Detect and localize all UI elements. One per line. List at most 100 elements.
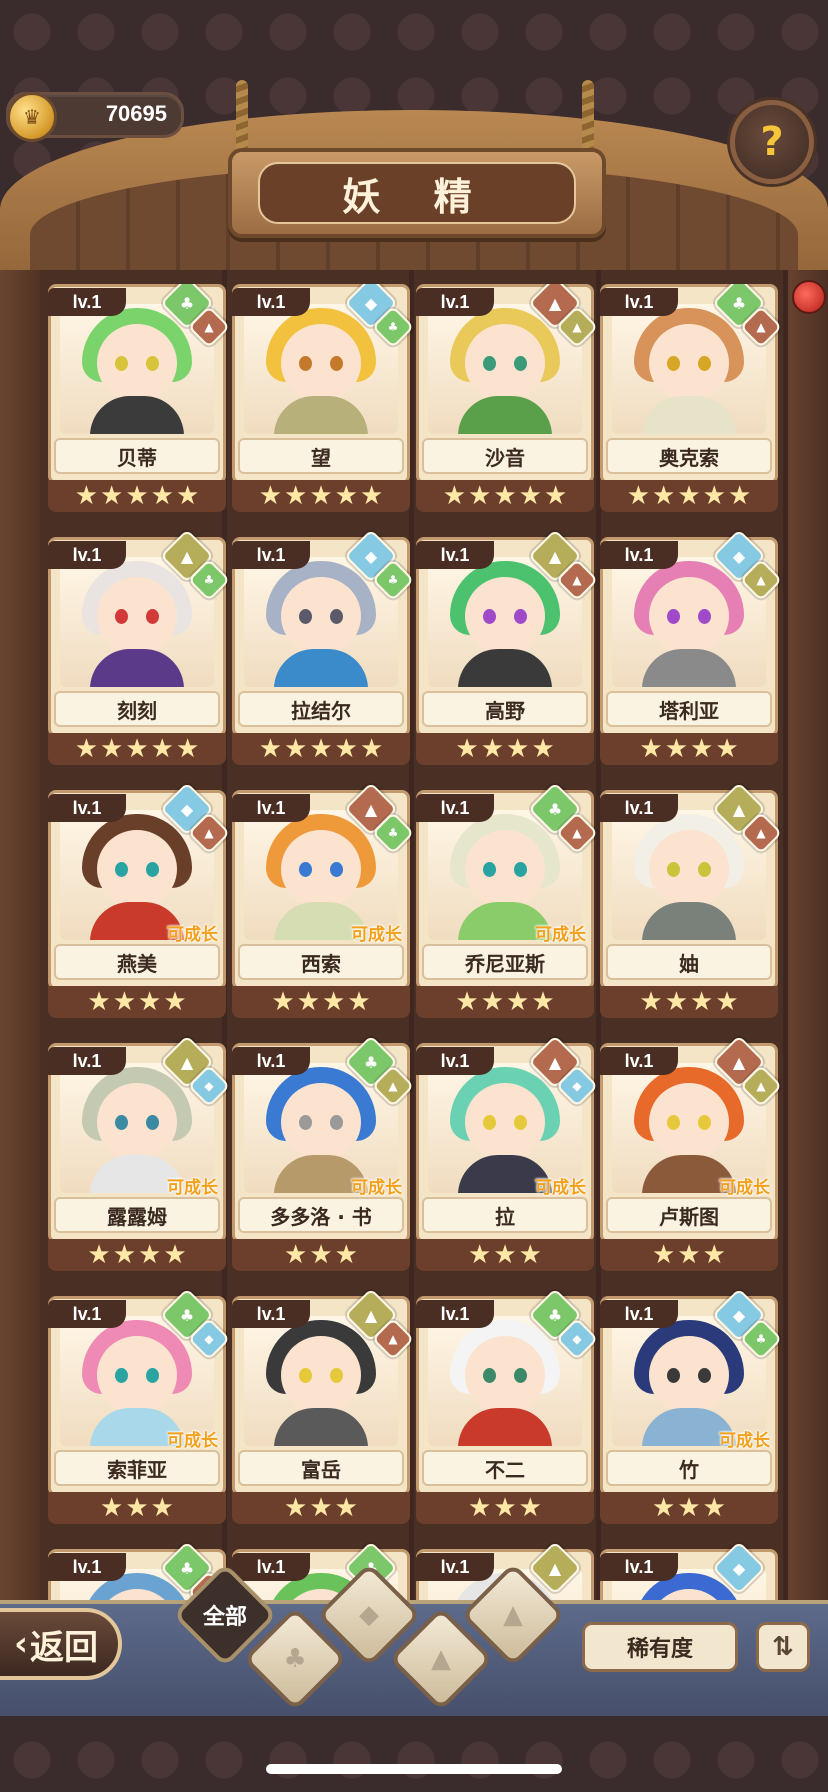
portrait-body (274, 649, 368, 687)
currency-display: ♛ 70695 (6, 92, 184, 142)
star-icon: ★ (664, 734, 688, 764)
star-icon: ★ (518, 1493, 542, 1523)
fairy-card[interactable]: lv.1 ♣ ▲ 贝蒂 ★ ★ ★ ★ ★ (48, 284, 231, 514)
portrait-face (465, 1083, 545, 1161)
star-icon: ★ (125, 734, 149, 764)
star-icon: ★ (74, 734, 99, 764)
portrait-eye-left (483, 609, 496, 624)
fairy-card[interactable]: lv.1 ◆ ▲ 塔利亚 ★ ★ ★ ★ (600, 529, 783, 767)
fairy-card[interactable]: lv.1 ◆ ▲ 可成长 燕美 ★ ★ ★ ★ (48, 782, 231, 1020)
star-icon: ★ (334, 481, 358, 511)
star-icon: ★ (138, 1240, 162, 1270)
star-icon: ★ (531, 987, 555, 1017)
star-icon: ★ (347, 987, 371, 1017)
portrait-eye-left (667, 1368, 680, 1383)
fairy-card[interactable]: lv.1 ▲ ▲ 高野 ★ ★ ★ ★ (416, 529, 599, 767)
sort-order-button[interactable]: ⇅ (756, 1622, 810, 1672)
star-rating: ★ ★ ★ ★ (416, 733, 594, 765)
fairy-name-label: 露露姆 (107, 1204, 167, 1229)
star-icon: ★ (715, 734, 739, 764)
fairy-card[interactable]: lv.1 ◆ ♣ 拉结尔 ★ ★ ★ ★ ★ (232, 529, 415, 767)
star-icon: ★ (87, 987, 111, 1017)
star-rating: ★ ★ ★ ★ (232, 986, 410, 1018)
fairy-name: 望 (238, 438, 404, 474)
portrait-eye-right (330, 356, 343, 371)
fairy-name: 不二 (422, 1450, 588, 1486)
fairy-name: 竹 (606, 1450, 772, 1486)
back-label: 返回 (30, 1627, 98, 1668)
portrait-face (465, 1336, 545, 1414)
portrait-eye-left (483, 356, 496, 371)
can-grow-badge: 可成长 (719, 1431, 770, 1451)
portrait-face (281, 830, 361, 908)
star-icon: ★ (334, 734, 358, 764)
fairy-card[interactable]: lv.1 ♣ ▲ 可成长 乔尼亚斯 ★ ★ ★ ★ (416, 782, 599, 1020)
star-icon: ★ (543, 481, 568, 511)
level-badge: lv.1 (600, 541, 678, 569)
portrait-eye-left (667, 1115, 680, 1130)
fairy-card[interactable]: lv.1 ▲ ▲ 妯 ★ ★ ★ ★ (600, 782, 783, 1020)
help-button[interactable]: ? (730, 100, 814, 184)
fairy-card[interactable]: lv.1 ♣ ▲ 奥克索 ★ ★ ★ ★ ★ (600, 284, 783, 514)
portrait-face (649, 830, 729, 908)
title-sign: 妖 精 (228, 148, 606, 238)
rarity-sort-button[interactable]: 稀有度 (582, 1622, 738, 1672)
star-rating: ★ ★ ★ ★ (48, 986, 226, 1018)
level-badge: lv.1 (600, 1553, 678, 1581)
star-rating: ★ ★ ★ ★ (600, 986, 778, 1018)
portrait-eye-right (146, 1115, 159, 1130)
star-icon: ★ (87, 1240, 111, 1270)
fairy-card[interactable]: lv.1 ♣ ◆ 不二 ★ ★ ★ (416, 1288, 599, 1526)
fairy-name: 燕美 (54, 944, 220, 980)
fairy-name-label: 拉结尔 (291, 698, 351, 723)
star-icon: ★ (284, 734, 308, 764)
fairy-card[interactable]: lv.1 ♣ ▲ 可成长 多多洛 · 书 ★ ★ ★ (232, 1035, 415, 1273)
coin-icon: ♛ (7, 92, 57, 142)
level-badge: lv.1 (232, 794, 310, 822)
star-icon: ★ (455, 734, 479, 764)
fairy-name: 索菲亚 (54, 1450, 220, 1486)
sprout-icon: ♣ (283, 1644, 307, 1674)
fairy-name: 富岳 (238, 1450, 404, 1486)
fairy-card[interactable]: lv.1 ◆ ♣ 可成长竹 ★ ★ ★ (600, 1288, 783, 1526)
fairy-name-label: 不二 (485, 1457, 525, 1482)
star-icon: ★ (334, 1240, 358, 1270)
star-icon: ★ (639, 734, 663, 764)
fairy-card[interactable]: lv.1 ▲ ▲ 沙音 ★ ★ ★ ★ ★ (416, 284, 599, 514)
star-icon: ★ (322, 987, 346, 1017)
fairy-card[interactable]: lv.1 ▲ ◆ 可成长拉 ★ ★ ★ (416, 1035, 599, 1273)
fairy-card[interactable]: lv.1 ▲ ♣ 可成长 西索 ★ ★ ★ ★ (232, 782, 415, 1020)
fairy-card[interactable]: lv.1 ▲ ◆ 可成长 露露姆 ★ ★ ★ ★ (48, 1035, 231, 1273)
fairy-name-label: 贝蒂 (117, 445, 157, 470)
star-icon: ★ (112, 987, 136, 1017)
level-badge: lv.1 (48, 1047, 126, 1075)
star-icon: ★ (518, 1240, 542, 1270)
level-badge: lv.1 (232, 1047, 310, 1075)
fairy-card[interactable]: lv.1 ◆ ♣ 望 ★ ★ ★ ★ ★ (232, 284, 415, 514)
level-badge: lv.1 (416, 288, 494, 316)
star-rating: ★ ★ ★ (48, 1492, 226, 1524)
fairy-card[interactable]: lv.1 ▲ ♣ 刻刻 ★ ★ ★ ★ ★ (48, 529, 231, 767)
fairy-card[interactable]: lv.1 ▲ ▲ 可成长 卢斯图 ★ ★ ★ (600, 1035, 783, 1273)
star-icon: ★ (702, 1493, 726, 1523)
level-badge: lv.1 (232, 1553, 310, 1581)
fairy-card[interactable]: lv.1 ◆ (600, 1541, 778, 1606)
level-badge: lv.1 (600, 1300, 678, 1328)
level-badge: lv.1 (600, 794, 678, 822)
mountain-icon: ▲ (431, 1644, 451, 1674)
fairy-name: 拉 (422, 1197, 588, 1233)
star-icon: ★ (100, 734, 124, 764)
back-button[interactable]: ‹ 返回 (0, 1608, 122, 1680)
portrait-eye-left (299, 356, 312, 371)
fairy-name: 贝蒂 (54, 438, 220, 474)
star-icon: ★ (652, 481, 676, 511)
star-icon: ★ (702, 481, 726, 511)
star-icon: ★ (468, 481, 492, 511)
fairy-card[interactable]: lv.1 ♣ ◆ 可成长 索菲亚 ★ ★ ★ (48, 1288, 231, 1526)
star-icon: ★ (506, 734, 530, 764)
star-icon: ★ (309, 481, 333, 511)
portrait-face (97, 1083, 177, 1161)
star-icon: ★ (150, 734, 174, 764)
star-icon: ★ (727, 481, 752, 511)
fairy-card[interactable]: lv.1 ▲ ▲ 富岳 ★ ★ ★ (232, 1288, 415, 1526)
